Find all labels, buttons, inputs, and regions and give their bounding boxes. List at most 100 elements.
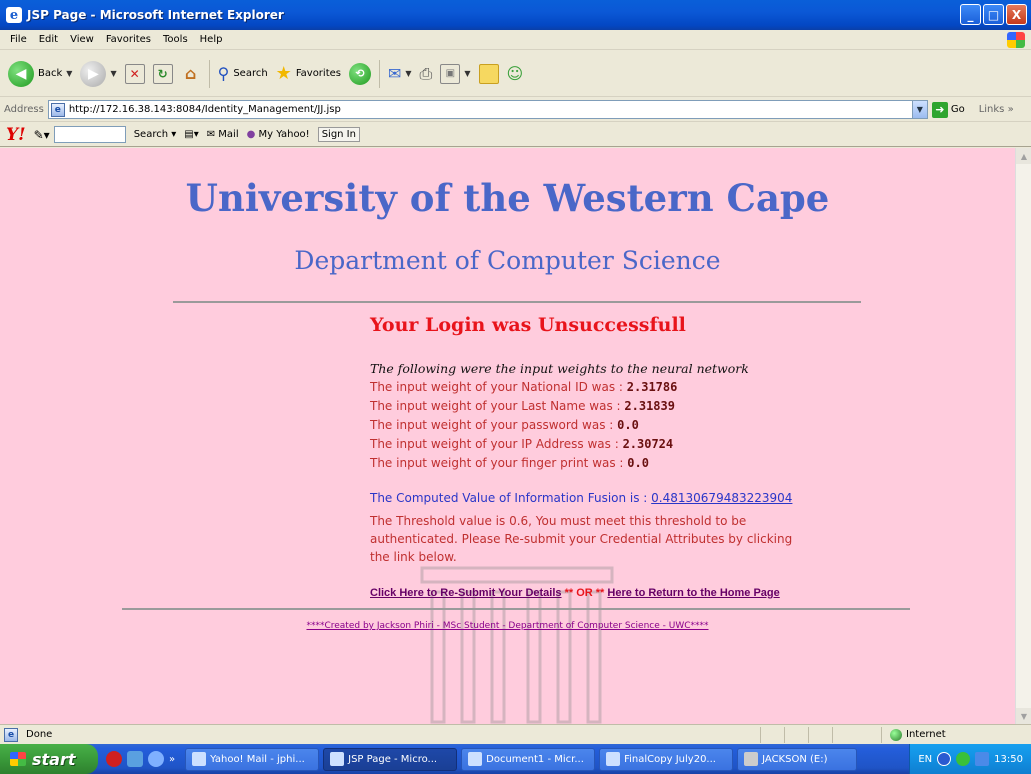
pencil-icon[interactable]: ✎▾ <box>34 128 50 142</box>
maximize-button[interactable]: □ <box>983 4 1004 25</box>
action-links: Click Here to Re-Submit Your Details ** … <box>370 587 780 599</box>
forward-button[interactable]: ▶ ▼ <box>76 57 120 91</box>
tray-arrow-icon[interactable] <box>937 752 952 766</box>
yahoo-search-input[interactable] <box>53 126 126 143</box>
address-input[interactable]: e http://172.16.38.143:8084/Identity_Man… <box>47 100 928 119</box>
links-button[interactable]: Links » <box>979 104 1014 115</box>
scroll-down-icon[interactable]: ▼ <box>1016 708 1031 724</box>
yahoo-logo[interactable]: Y! <box>6 125 26 145</box>
resubmit-link[interactable]: Click Here to Re-Submit Your Details <box>370 587 562 599</box>
weight-value: 2.31786 <box>626 380 678 394</box>
taskbar-item[interactable]: FinalCopy July20... <box>599 747 734 771</box>
back-label: Back <box>38 68 63 79</box>
scroll-up-icon[interactable]: ▲ <box>1016 148 1031 164</box>
ie-icon[interactable] <box>148 751 164 767</box>
window-title: JSP Page - Microsoft Internet Explorer <box>27 8 284 22</box>
messenger-button[interactable]: ☺ <box>503 57 528 91</box>
yahoo-mail-label: Mail <box>218 129 239 140</box>
menu-bar: File Edit View Favorites Tools Help <box>0 30 1031 50</box>
word-document-icon <box>468 752 483 766</box>
search-button[interactable]: ⚲ Search <box>214 57 272 91</box>
network-icon[interactable] <box>956 752 971 766</box>
refresh-button[interactable]: ↻ <box>149 57 177 91</box>
drive-icon <box>744 752 759 766</box>
address-bar: Address e http://172.16.38.143:8084/Iden… <box>0 98 1031 122</box>
go-label: Go <box>950 104 965 115</box>
taskbar-item-label: JACKSON (E:) <box>762 753 828 765</box>
menu-help[interactable]: Help <box>194 34 229 45</box>
folder-icon <box>478 63 499 84</box>
weight-row: The input weight of your Last Name was :… <box>370 397 749 416</box>
weight-value: 0.0 <box>617 418 639 432</box>
system-tray: EN 13:50 <box>909 744 1031 774</box>
windows-flag-icon <box>1007 32 1025 48</box>
go-button[interactable]: ➜ Go <box>931 101 965 118</box>
login-status-message: Your Login was Unsuccessfull <box>370 314 686 336</box>
status-text: Done <box>26 729 53 740</box>
weight-value: 2.31839 <box>624 399 675 413</box>
close-button[interactable]: X <box>1006 4 1027 25</box>
internet-globe-icon <box>890 728 902 741</box>
menu-file[interactable]: File <box>4 34 33 45</box>
my-yahoo-label: My Yahoo! <box>258 129 310 140</box>
minimize-button[interactable]: _ <box>960 4 981 25</box>
start-button[interactable]: start <box>0 744 98 774</box>
university-title: University of the Western Cape <box>185 176 830 220</box>
favorites-label: Favorites <box>295 68 341 79</box>
threshold-text: The Threshold value is 0.6, You must mee… <box>370 514 793 564</box>
taskbar-item[interactable]: Yahoo! Mail - jphi... <box>185 747 320 771</box>
menu-edit[interactable]: Edit <box>33 34 64 45</box>
home-icon: ⌂ <box>184 64 197 83</box>
language-indicator[interactable]: EN <box>918 754 932 765</box>
weight-label: The input weight of your National ID was… <box>370 380 627 394</box>
search-label: Search <box>233 68 268 79</box>
yahoo-mail-button[interactable]: ✉ Mail <box>203 129 243 140</box>
fusion-value-link[interactable]: 0.48130679483223904 <box>651 491 792 505</box>
home-page-link[interactable]: Here to Return to the Home Page <box>607 587 779 599</box>
mail-button[interactable]: ✉ ▼ <box>384 57 416 91</box>
credit-line[interactable]: ****Created by Jackson Phiri - MSc Stude… <box>0 621 1015 631</box>
edit-button[interactable]: ▣ ▼ <box>436 57 474 91</box>
taskbar-item[interactable]: Document1 - Micr... <box>461 747 596 771</box>
menu-tools[interactable]: Tools <box>157 34 194 45</box>
word-document-icon <box>606 752 621 766</box>
toolbar: ◀ Back ▼ ▶ ▼ ✕ ↻ ⌂ ⚲ Search ★ Favorites … <box>0 51 1031 97</box>
mail-icon: ✉ <box>387 64 402 83</box>
messenger-icon: ☺ <box>506 64 524 83</box>
dropdown-arrow-icon: ▼ <box>110 69 117 78</box>
zone-label: Internet <box>906 729 946 740</box>
dropdown-arrow-icon: ▼ <box>464 69 471 78</box>
address-dropdown-icon[interactable]: ▼ <box>911 101 927 118</box>
vertical-scrollbar[interactable]: ▲ ▼ <box>1015 148 1031 724</box>
app-icon[interactable] <box>127 751 143 767</box>
taskbar-item[interactable]: JACKSON (E:) <box>737 747 858 771</box>
address-url[interactable]: http://172.16.38.143:8084/Identity_Manag… <box>69 104 341 115</box>
weight-row: The input weight of your finger print wa… <box>370 454 749 473</box>
or-text: ** OR ** <box>561 587 608 599</box>
back-button[interactable]: ◀ Back ▼ <box>4 57 76 91</box>
chevron-icon[interactable]: » <box>169 754 175 765</box>
home-button[interactable]: ⌂ <box>177 57 205 91</box>
messenger-tray-icon[interactable] <box>975 752 990 766</box>
yahoo-search-button[interactable]: Search ▾ <box>130 129 181 140</box>
menu-view[interactable]: View <box>64 34 100 45</box>
weight-row: The input weight of your IP Address was … <box>370 435 749 454</box>
yahoo-menu-icon[interactable]: ▤▾ <box>180 129 202 140</box>
taskbar-item-label: FinalCopy July20... <box>624 753 716 765</box>
taskbar-item[interactable]: JSP Page - Micro... <box>323 747 458 771</box>
print-icon: ⎙ <box>419 63 433 83</box>
weights-block: The following were the input weights to … <box>370 359 749 473</box>
history-icon: ⟲ <box>348 62 371 85</box>
my-yahoo-button[interactable]: ● My Yahoo! <box>243 129 314 140</box>
stop-app-icon[interactable] <box>106 751 122 767</box>
clock: 13:50 <box>994 753 1023 765</box>
favorites-button[interactable]: ★ Favorites <box>272 57 345 91</box>
print-button[interactable]: ⎙ <box>416 57 437 91</box>
windows-flag-icon <box>10 752 26 766</box>
discuss-button[interactable] <box>475 57 503 91</box>
menu-favorites[interactable]: Favorites <box>100 34 157 45</box>
yahoo-sign-in-button[interactable]: Sign In <box>317 127 360 142</box>
fusion-result: The Computed Value of Information Fusion… <box>370 491 792 505</box>
stop-button[interactable]: ✕ <box>121 57 149 91</box>
history-button[interactable]: ⟲ <box>345 57 375 91</box>
